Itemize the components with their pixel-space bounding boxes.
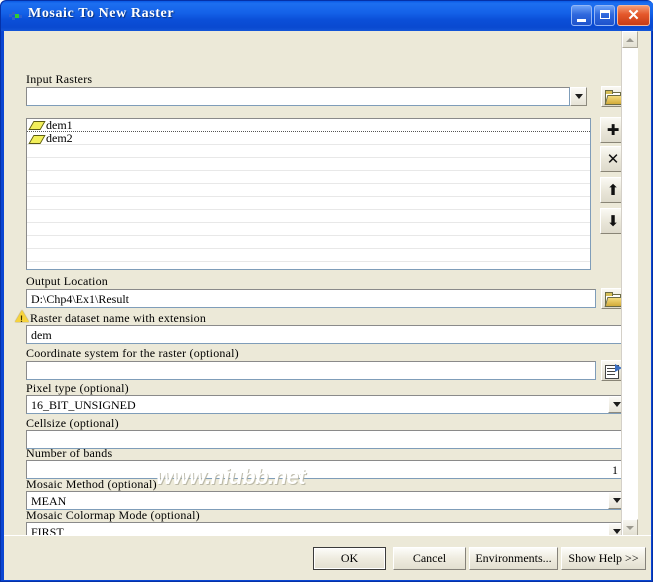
maximize-button[interactable] [594, 5, 615, 26]
cellsize-label: Cellsize (optional) [26, 416, 119, 430]
raster-layer-icon [28, 121, 46, 130]
input-rasters-list[interactable]: dem1 dem2 [26, 118, 591, 270]
list-item[interactable]: dem1 [27, 119, 590, 132]
mosaic-colormap-mode-label: Mosaic Colormap Mode (optional) [26, 508, 200, 522]
pixel-type-label: Pixel type (optional) [26, 381, 129, 395]
plus-icon: ✚ [606, 120, 620, 139]
list-row-empty [27, 249, 590, 262]
show-help-button[interactable]: Show Help >> [561, 547, 646, 570]
dialog-button-bar: OK Cancel Environments... Show Help >> [4, 535, 651, 580]
scroll-down-button[interactable] [622, 519, 638, 536]
arctoolbox-tool-icon [8, 9, 24, 25]
dialog-client-area: Input Rasters dem1 dem2 ✚ ✕ ⬆ ⬇ Output L… [4, 31, 651, 580]
dialog-window: Mosaic To New Raster ✕ Input Rasters dem… [0, 0, 653, 582]
list-item[interactable]: dem2 [27, 131, 590, 145]
parameters-pane: Input Rasters dem1 dem2 ✚ ✕ ⬆ ⬇ Output L… [4, 31, 638, 536]
coordinate-system-label: Coordinate system for the raster (option… [26, 346, 239, 360]
folder-open-icon [604, 90, 624, 105]
chevron-down-icon [574, 94, 583, 99]
list-row-empty [27, 145, 590, 158]
input-rasters-combo[interactable] [26, 87, 570, 106]
list-row-empty [27, 223, 590, 236]
scroll-up-button[interactable] [622, 31, 638, 48]
chevron-down-icon [612, 498, 621, 503]
raster-name-label: Raster dataset name with extension [30, 311, 207, 325]
list-row-empty [27, 236, 590, 249]
folder-open-icon [604, 292, 624, 307]
output-location-label: Output Location [26, 274, 108, 288]
arrow-down-icon: ⬇ [606, 211, 620, 230]
output-location-input[interactable]: D:\Chp4\Ex1\Result [26, 289, 596, 308]
parameters-scrollbar[interactable] [621, 31, 638, 536]
chevron-down-icon [612, 529, 621, 534]
close-x-icon: ✕ [606, 149, 620, 168]
chevron-down-icon [626, 525, 634, 530]
list-row-empty [27, 158, 590, 171]
list-row-empty [27, 210, 590, 223]
input-rasters-dropdown-arrow[interactable] [570, 87, 587, 106]
window-title: Mosaic To New Raster [28, 6, 175, 21]
list-row-empty [27, 197, 590, 210]
coordinate-system-input[interactable] [26, 361, 596, 380]
window-controls: ✕ [571, 5, 650, 26]
cancel-button[interactable]: Cancel [393, 547, 466, 570]
close-icon: ✕ [627, 7, 640, 24]
list-row-empty [27, 184, 590, 197]
chevron-down-icon [612, 402, 621, 407]
spatial-reference-icon [604, 363, 622, 379]
list-row-empty [27, 171, 590, 184]
mosaic-method-label: Mosaic Method (optional) [26, 477, 157, 491]
raster-name-input[interactable]: dem [26, 325, 625, 344]
raster-layer-icon [28, 134, 46, 144]
close-button[interactable]: ✕ [617, 5, 650, 26]
title-bar[interactable]: Mosaic To New Raster ✕ [1, 1, 653, 31]
minimize-button[interactable] [571, 5, 592, 26]
mosaic-colormap-mode-combo[interactable]: FIRST [26, 522, 625, 536]
chevron-up-icon [626, 37, 634, 42]
ok-button[interactable]: OK [313, 547, 386, 570]
arrow-up-icon: ⬆ [606, 180, 620, 199]
warning-exclamation-glyph: ! [20, 314, 23, 324]
number-of-bands-label: Number of bands [26, 446, 113, 460]
input-rasters-label: Input Rasters [26, 72, 93, 86]
environments-button[interactable]: Environments... [469, 547, 558, 570]
pixel-type-combo[interactable]: 16_BIT_UNSIGNED [26, 395, 625, 414]
cellsize-input[interactable] [26, 430, 625, 449]
